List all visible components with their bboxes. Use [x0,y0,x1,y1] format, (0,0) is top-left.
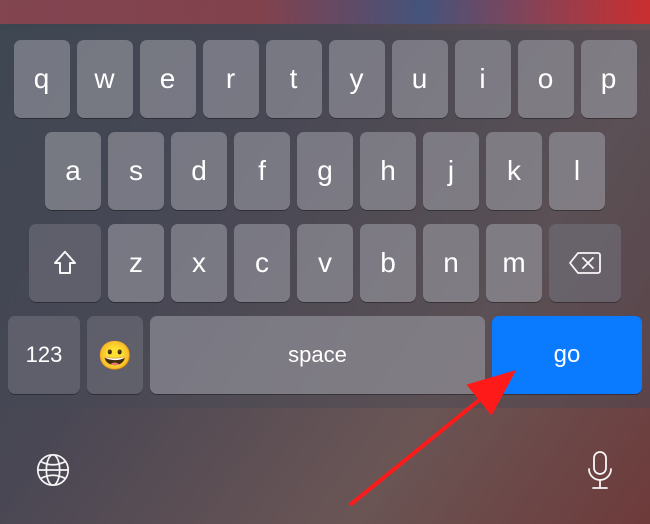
key-label: k [507,155,521,187]
key-label: x [192,247,206,279]
go-button[interactable]: go [492,316,642,394]
key-w[interactable]: w [77,40,133,118]
key-label: a [65,155,81,187]
key-label: space [288,342,347,368]
key-label: c [255,247,269,279]
key-i[interactable]: i [455,40,511,118]
key-r[interactable]: r [203,40,259,118]
key-x[interactable]: x [171,224,227,302]
key-s[interactable]: s [108,132,164,210]
key-d[interactable]: d [171,132,227,210]
space-key[interactable]: space [150,316,485,394]
key-e[interactable]: e [140,40,196,118]
key-label: i [479,63,485,95]
key-c[interactable]: c [234,224,290,302]
key-b[interactable]: b [360,224,416,302]
key-label: z [129,247,143,279]
key-label: u [412,63,428,95]
globe-icon[interactable] [34,451,72,489]
key-l[interactable]: l [549,132,605,210]
key-label: r [226,63,235,95]
keyboard-row-3: z x c v b n m [8,224,642,302]
key-label: d [191,155,207,187]
status-bar [0,0,650,24]
key-y[interactable]: y [329,40,385,118]
key-j[interactable]: j [423,132,479,210]
shift-key[interactable] [29,224,101,302]
key-label: p [601,63,617,95]
key-n[interactable]: n [423,224,479,302]
keyboard-row-2: a s d f g h j k l [8,132,642,210]
key-label: l [574,155,580,187]
key-label: q [34,63,50,95]
key-label: n [443,247,459,279]
key-label: t [290,63,298,95]
key-q[interactable]: q [14,40,70,118]
key-u[interactable]: u [392,40,448,118]
key-a[interactable]: a [45,132,101,210]
key-label: g [317,155,333,187]
key-label: m [502,247,525,279]
key-m[interactable]: m [486,224,542,302]
key-t[interactable]: t [266,40,322,118]
key-label: 123 [26,342,63,368]
key-label: v [318,247,332,279]
key-g[interactable]: g [297,132,353,210]
keyboard-bottom-bar [0,430,650,510]
key-label: w [94,63,114,95]
key-z[interactable]: z [108,224,164,302]
key-label: b [380,247,396,279]
key-label: s [129,155,143,187]
backspace-icon [568,250,602,276]
key-label: y [350,63,364,95]
key-label: o [538,63,554,95]
shift-icon [50,248,80,278]
key-o[interactable]: o [518,40,574,118]
key-p[interactable]: p [581,40,637,118]
key-h[interactable]: h [360,132,416,210]
on-screen-keyboard: q w e r t y u i o p a s d f g h j k l z … [0,30,650,408]
key-label: f [258,155,266,187]
key-f[interactable]: f [234,132,290,210]
numbers-key[interactable]: 123 [8,316,80,394]
key-v[interactable]: v [297,224,353,302]
backspace-key[interactable] [549,224,621,302]
key-label: j [448,155,454,187]
key-label: go [554,341,581,369]
emoji-icon: 😀 [98,339,133,372]
key-label: h [380,155,396,187]
keyboard-row-1: q w e r t y u i o p [8,40,642,118]
key-k[interactable]: k [486,132,542,210]
microphone-icon[interactable] [584,449,616,491]
key-label: e [160,63,176,95]
emoji-key[interactable]: 😀 [87,316,143,394]
keyboard-row-4: 123 😀 space go [8,316,642,394]
